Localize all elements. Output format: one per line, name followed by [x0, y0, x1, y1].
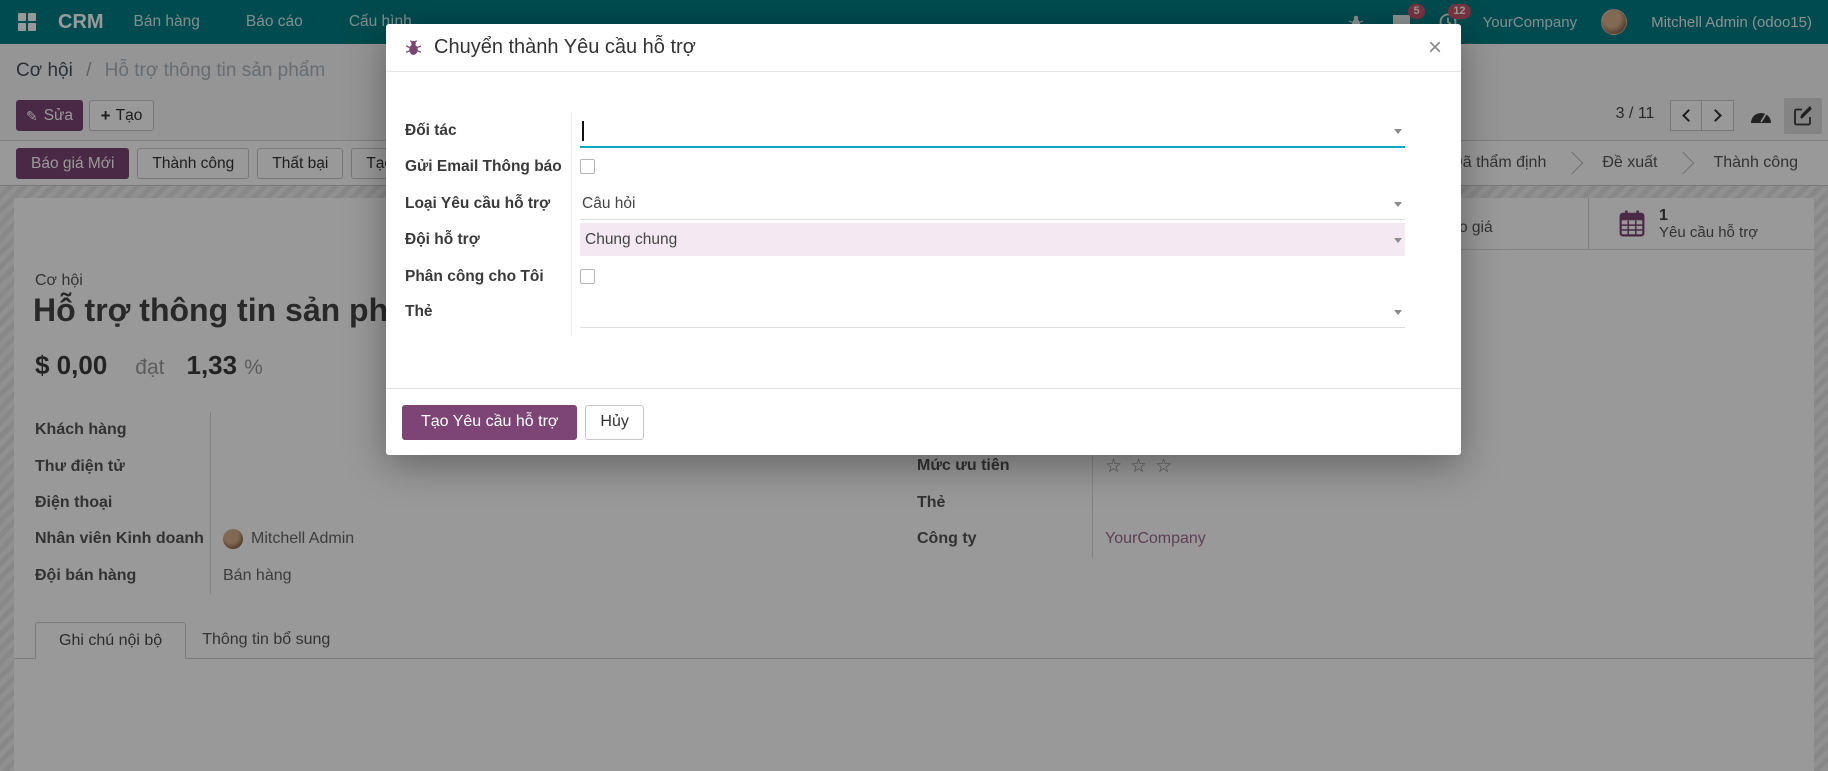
ticket-type-select[interactable]: Câu hỏi	[582, 189, 635, 219]
field-doi-tac: Đối tác	[386, 116, 1461, 146]
input-underline	[580, 219, 1405, 220]
dialog-title: Chuyển thành Yêu cầu hỗ trợ	[434, 36, 696, 59]
team-select[interactable]: Chung chung	[582, 225, 1657, 255]
screen: CRM Bán hàng Báo cáo Cấu hình 5	[0, 0, 1828, 771]
field-phan-cong: Phân công cho Tôi	[386, 262, 1461, 292]
dialog-footer: Tạo Yêu cầu hỗ trợ Hủy	[386, 388, 1461, 455]
dialog-header: Chuyển thành Yêu cầu hỗ trợ ×	[386, 24, 1461, 72]
text-cursor	[582, 121, 584, 141]
input-underline	[580, 327, 1405, 328]
convert-to-ticket-dialog: Chuyển thành Yêu cầu hỗ trợ × Đối tác Gử…	[386, 24, 1461, 455]
focused-input-underline	[580, 146, 1405, 148]
field-loai-yeu-cau: Loại Yêu cầu hỗ trợ Câu hỏi	[386, 189, 1461, 219]
create-ticket-confirm-button[interactable]: Tạo Yêu cầu hỗ trợ	[402, 405, 577, 440]
dropdown-caret-icon[interactable]	[1394, 238, 1402, 243]
bug-icon	[405, 39, 422, 56]
cancel-button[interactable]: Hủy	[585, 405, 643, 440]
field-gui-email: Gửi Email Thông báo	[386, 152, 1461, 182]
assign-to-me-checkbox[interactable]	[580, 269, 595, 284]
dropdown-caret-icon[interactable]	[1394, 202, 1402, 207]
field-the-modal: Thẻ	[386, 297, 1461, 327]
dropdown-caret-icon[interactable]	[1394, 129, 1402, 134]
send-email-checkbox[interactable]	[580, 159, 595, 174]
close-icon[interactable]: ×	[1428, 36, 1442, 60]
field-doi-ho-tro: Đội hỗ trợ Chung chung	[386, 225, 1461, 255]
dropdown-caret-icon[interactable]	[1394, 310, 1402, 315]
